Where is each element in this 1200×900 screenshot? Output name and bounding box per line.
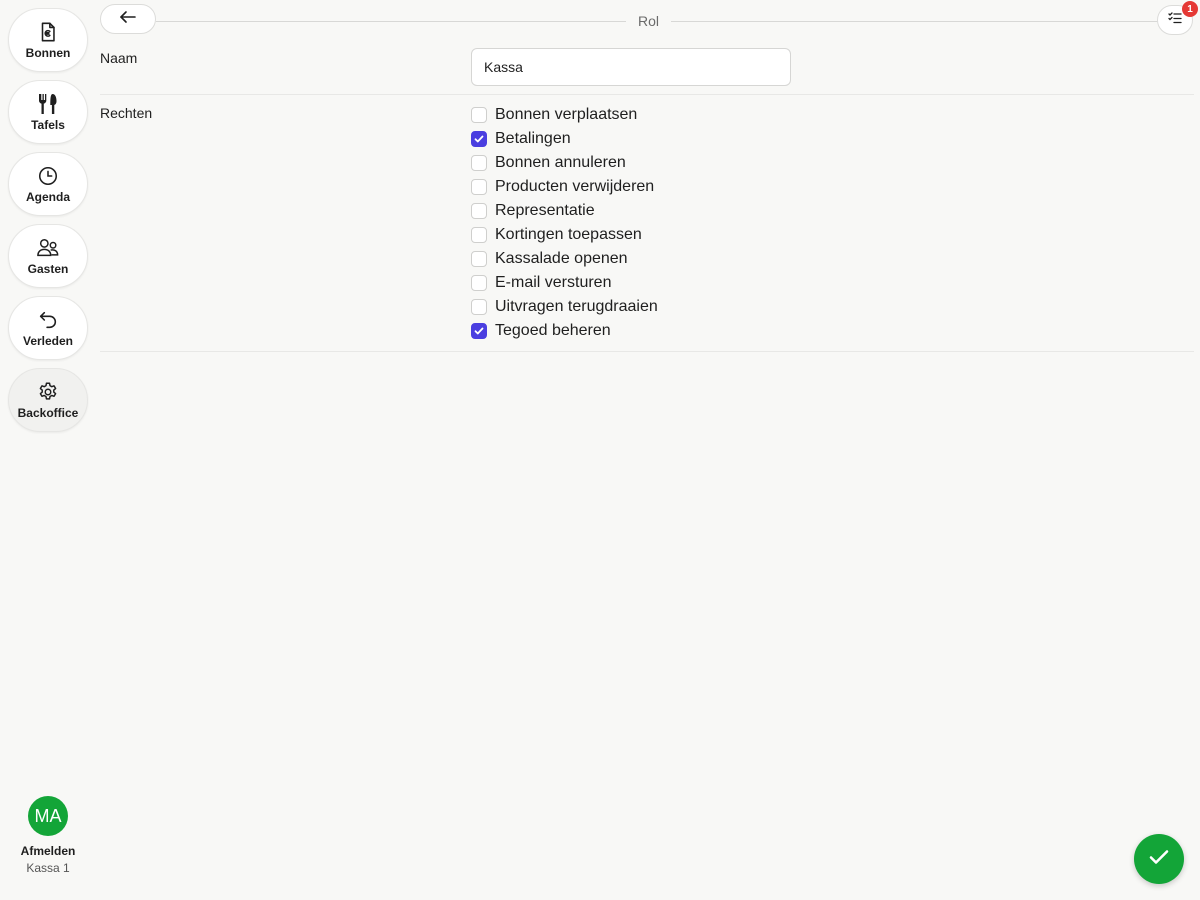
permission-label: Betalingen [495,130,571,147]
permission-checkbox[interactable] [471,323,487,339]
page-title: Rol [626,13,672,29]
name-label: Naam [100,50,138,66]
rights-row: Rechten Bonnen verplaatsen Betalingen Bo… [100,95,1194,352]
permission-label: Bonnen verplaatsen [495,106,638,123]
user-block[interactable]: MA Afmelden Kassa 1 [0,796,96,875]
checkmark-icon [1147,845,1171,874]
permission-checkbox[interactable] [471,203,487,219]
permission-label: E-mail versturen [495,274,612,291]
register-name: Kassa 1 [26,861,70,875]
name-row: Naam [100,44,1194,95]
permissions-list: Bonnen verplaatsen Betalingen Bonnen ann… [471,103,658,343]
receipt-euro-icon [36,20,60,44]
nav-tafels-label: Tafels [31,118,65,132]
nav-gasten-button[interactable]: Gasten [8,224,88,288]
permission-item[interactable]: Uitvragen terugdraaien [471,295,658,319]
nav-gasten-label: Gasten [27,262,69,276]
permission-item[interactable]: E-mail versturen [471,271,658,295]
permission-checkbox[interactable] [471,155,487,171]
nav-backoffice-label: Backoffice [17,406,79,420]
nav-agenda-button[interactable]: Agenda [8,152,88,216]
permission-checkbox[interactable] [471,107,487,123]
rights-label: Rechten [100,105,153,121]
undo-arrow-icon [36,308,60,332]
permission-checkbox[interactable] [471,299,487,315]
permission-checkbox[interactable] [471,227,487,243]
permission-item[interactable]: Kortingen toepassen [471,223,658,247]
nav-bonnen-button[interactable]: Bonnen [8,8,88,72]
permission-item[interactable]: Kassalade openen [471,247,658,271]
permission-label: Uitvragen terugdraaien [495,298,658,315]
nav-backoffice-button[interactable]: Backoffice [8,368,88,432]
permission-item[interactable]: Tegoed beheren [471,319,658,343]
avatar[interactable]: MA [28,796,68,836]
checklist-icon [1168,11,1182,29]
permission-checkbox[interactable] [471,131,487,147]
permission-checkbox[interactable] [471,179,487,195]
nav-bonnen-label: Bonnen [25,46,71,60]
gear-icon [36,380,60,404]
header: Rol 1 [100,1,1198,36]
back-button[interactable] [100,4,156,34]
permission-checkbox[interactable] [471,251,487,267]
permission-label: Kassalade openen [495,250,628,267]
permission-label: Representatie [495,202,595,219]
nav-verleden-label: Verleden [22,334,74,348]
nav-verleden-button[interactable]: Verleden [8,296,88,360]
cutlery-icon [36,92,60,116]
name-input[interactable] [471,48,791,86]
clock-icon [36,164,60,188]
permission-item[interactable]: Representatie [471,199,658,223]
permission-label: Bonnen annuleren [495,154,626,171]
nav-agenda-label: Agenda [25,190,70,204]
permission-item[interactable]: Producten verwijderen [471,175,658,199]
permission-item[interactable]: Bonnen verplaatsen [471,103,658,127]
task-list-button[interactable]: 1 [1157,1,1198,35]
notification-badge: 1 [1182,1,1198,17]
users-icon [36,236,60,260]
permission-label: Kortingen toepassen [495,226,642,243]
logout-label[interactable]: Afmelden [0,844,96,858]
permission-item[interactable]: Bonnen annuleren [471,151,658,175]
nav-tafels-button[interactable]: Tafels [8,80,88,144]
permission-label: Tegoed beheren [495,322,611,339]
permission-label: Producten verwijderen [495,178,655,195]
permission-checkbox[interactable] [471,275,487,291]
sidebar: Bonnen Tafels Agenda Gasten Verleden Bac… [0,0,96,900]
save-button[interactable] [1134,834,1184,884]
arrow-left-icon [119,10,137,29]
permission-item[interactable]: Betalingen [471,127,658,151]
